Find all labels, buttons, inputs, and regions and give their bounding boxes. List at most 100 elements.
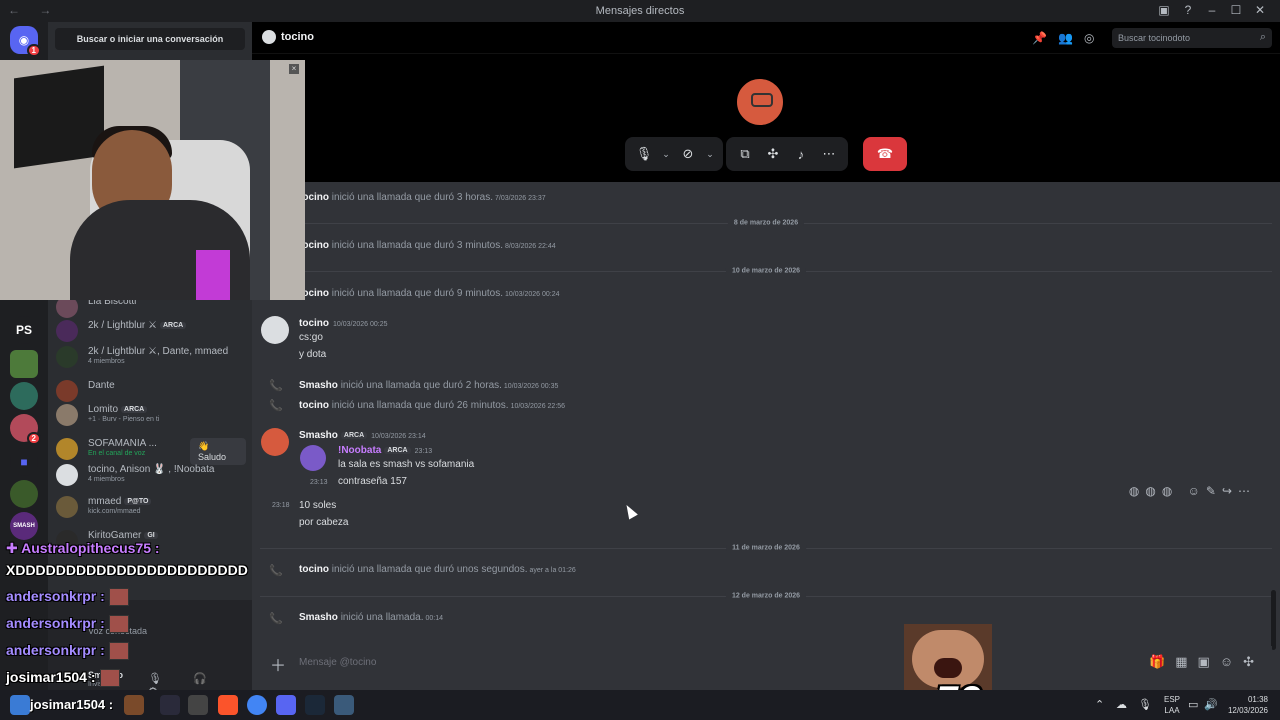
avatar [56,496,78,518]
message-text: cs:go [299,332,323,343]
dm-item-name: Lomito ARCA [88,404,148,415]
folder-icon[interactable]: ■ [10,448,38,476]
avatar[interactable] [300,445,326,471]
screen-share-icon[interactable]: ⧉ [732,141,758,167]
add-attachment-icon[interactable]: ＋ [270,652,286,676]
composer-tools[interactable]: 🎁▦▣☺✣ [1149,654,1264,670]
message-text: por cabeza [299,517,349,528]
inbox-icon[interactable]: ▣ [1152,3,1176,17]
window-titlebar: ← → Mensajes directos ▣? – ☐ ✕ [0,0,1280,22]
dm-item[interactable]: Lomito ARCA +1 · Burv - Pienso en ti [56,402,246,426]
avatar[interactable] [261,428,289,456]
dm-item-name: 2k / Lightblur ⚔, Dante, mmaed [88,346,229,357]
emote-icon [99,669,120,688]
chat-user: andersonkrpr : [6,615,129,634]
phone-icon: 📞 [269,565,283,577]
soundboard-icon[interactable]: ♪ [788,141,814,167]
dm-item[interactable]: mmaed P@TO kick.com/mmaed [56,494,246,518]
dm-item-name: mmaed P@TO [88,496,152,507]
app-icon[interactable] [334,695,354,715]
dm-item[interactable]: SOFAMANIA ... En el canal de voz 👋 Salud… [56,436,246,465]
message-text: contraseña 157 [338,476,407,487]
scrollbar[interactable] [1271,590,1276,650]
phone-hangup-icon[interactable]: ☎ [863,137,907,171]
clan-tag: ARCA [160,321,187,329]
pin-icon[interactable]: 📌 [1032,31,1047,45]
dm-item-sub: +1 · Burv - Pienso en ti [88,416,160,423]
volume-icon[interactable]: 🔊 [1204,698,1218,711]
brave-icon[interactable] [218,695,238,715]
guild-icon[interactable]: SMASH [10,512,38,540]
chevron-down-icon[interactable]: ⌄ [703,149,717,160]
group-avatar [56,464,78,486]
dm-search-button[interactable]: Buscar o iniciar una conversación [55,28,245,50]
guild-icon[interactable] [10,480,38,508]
window-controls[interactable]: ▣? – ☐ ✕ [1152,3,1272,17]
start-icon[interactable] [10,695,30,715]
clock[interactable]: 01:38 12/03/2026 [1228,694,1268,716]
call-log-message: tocino inició una llamada que duró 3 hor… [299,192,546,203]
discord-icon[interactable] [276,695,296,715]
call-log-message: tocino inició una llamada que duró 9 min… [299,288,560,299]
dm-item[interactable]: 2k / Lightblur ⚔, Dante, mmaed 4 miembro… [56,344,246,368]
network-icon[interactable]: ▭ [1188,698,1198,711]
app-icon[interactable] [188,695,208,715]
message-author[interactable]: Smasho ARCA 10/03/2026 23:14 [299,430,426,441]
help-icon[interactable]: ? [1176,3,1200,17]
call-area: 🎙 ⌄ ⊘ ⌄ ⧉ ✣ ♪ ⋯ ☎ [252,54,1280,182]
message-author[interactable]: tocino 10/03/2026 00:25 [299,318,388,329]
call-log-message: tocino inició una llamada que duró unos … [299,564,576,575]
minimize-icon[interactable]: – [1200,3,1224,17]
search-input[interactable]: Buscar tocinodoto ⌕ [1112,28,1272,48]
add-friend-icon[interactable]: 👥 [1058,31,1073,45]
message-input[interactable]: Mensaje @tocino [299,657,376,668]
language-indicator[interactable]: ESP LAA [1164,694,1180,716]
channel-name: tocino [281,31,314,43]
camera-off-icon[interactable]: ⊘ [675,141,701,167]
close-icon[interactable]: × [289,64,299,74]
steam-icon[interactable] [305,695,325,715]
message-text: 10 soles [299,500,337,511]
avatar [56,438,78,460]
dm-item[interactable]: tocino, Anison 🐰 , !Noobata 4 miembros [56,462,246,486]
phone-icon: 📞 [269,613,283,625]
avatar[interactable] [261,316,289,344]
chevron-up-icon[interactable]: ⌃ [1095,698,1104,711]
chat-user: josimar1504 : [30,697,114,712]
guild-icon[interactable] [10,382,38,410]
call-participant-avatar[interactable] [734,76,786,128]
dm-item[interactable]: Dante [56,378,246,402]
group-avatar [56,346,78,368]
activities-icon[interactable]: ✣ [760,141,786,167]
wave-button[interactable]: 👋 Saludo [190,438,246,465]
app-icon[interactable] [160,695,180,715]
discord-home-icon[interactable]: ◉ 1 [10,26,41,57]
date-divider: 11 de marzo de 2026 [260,544,1272,552]
guild-icon[interactable]: 2 [10,414,41,445]
avatar [56,320,78,342]
avatar [262,30,276,44]
microphone-icon[interactable]: 🎙 [1138,698,1152,711]
dm-item[interactable]: 2k / Lightblur ⚔ ARCA [56,318,246,342]
chrome-icon[interactable] [247,695,267,715]
chevron-down-icon[interactable]: ⌄ [659,149,673,160]
reply-author[interactable]: !Noobata ARCA 23:13 [338,445,432,456]
message-composer[interactable]: ＋ Mensaje @tocino 🎁▦▣☺✣ [260,646,1272,680]
maximize-icon[interactable]: ☐ [1224,3,1248,17]
emote-icon [108,615,129,634]
close-icon[interactable]: ✕ [1248,3,1272,17]
app-icon[interactable] [124,695,144,715]
emote-icon [108,588,129,607]
message-hover-toolbar[interactable]: ◍◍◍ ☺✎↪⋯ [1129,484,1256,498]
guild-icon[interactable] [10,350,38,378]
guild-ps[interactable]: PS [10,316,38,344]
chat-user: andersonkrpr : [6,588,129,607]
chat-user: josimar1504 : [6,669,120,688]
window-title: Mensajes directos [595,5,685,17]
webcam-overlay: × [0,60,305,300]
date-divider: 12 de marzo de 2026 [260,592,1272,600]
microphone-icon[interactable]: 🎙 [631,141,657,167]
profile-icon[interactable]: ◎ [1084,31,1094,45]
more-icon[interactable]: ⋯ [816,141,842,167]
cloud-icon[interactable]: ☁ [1116,698,1127,711]
